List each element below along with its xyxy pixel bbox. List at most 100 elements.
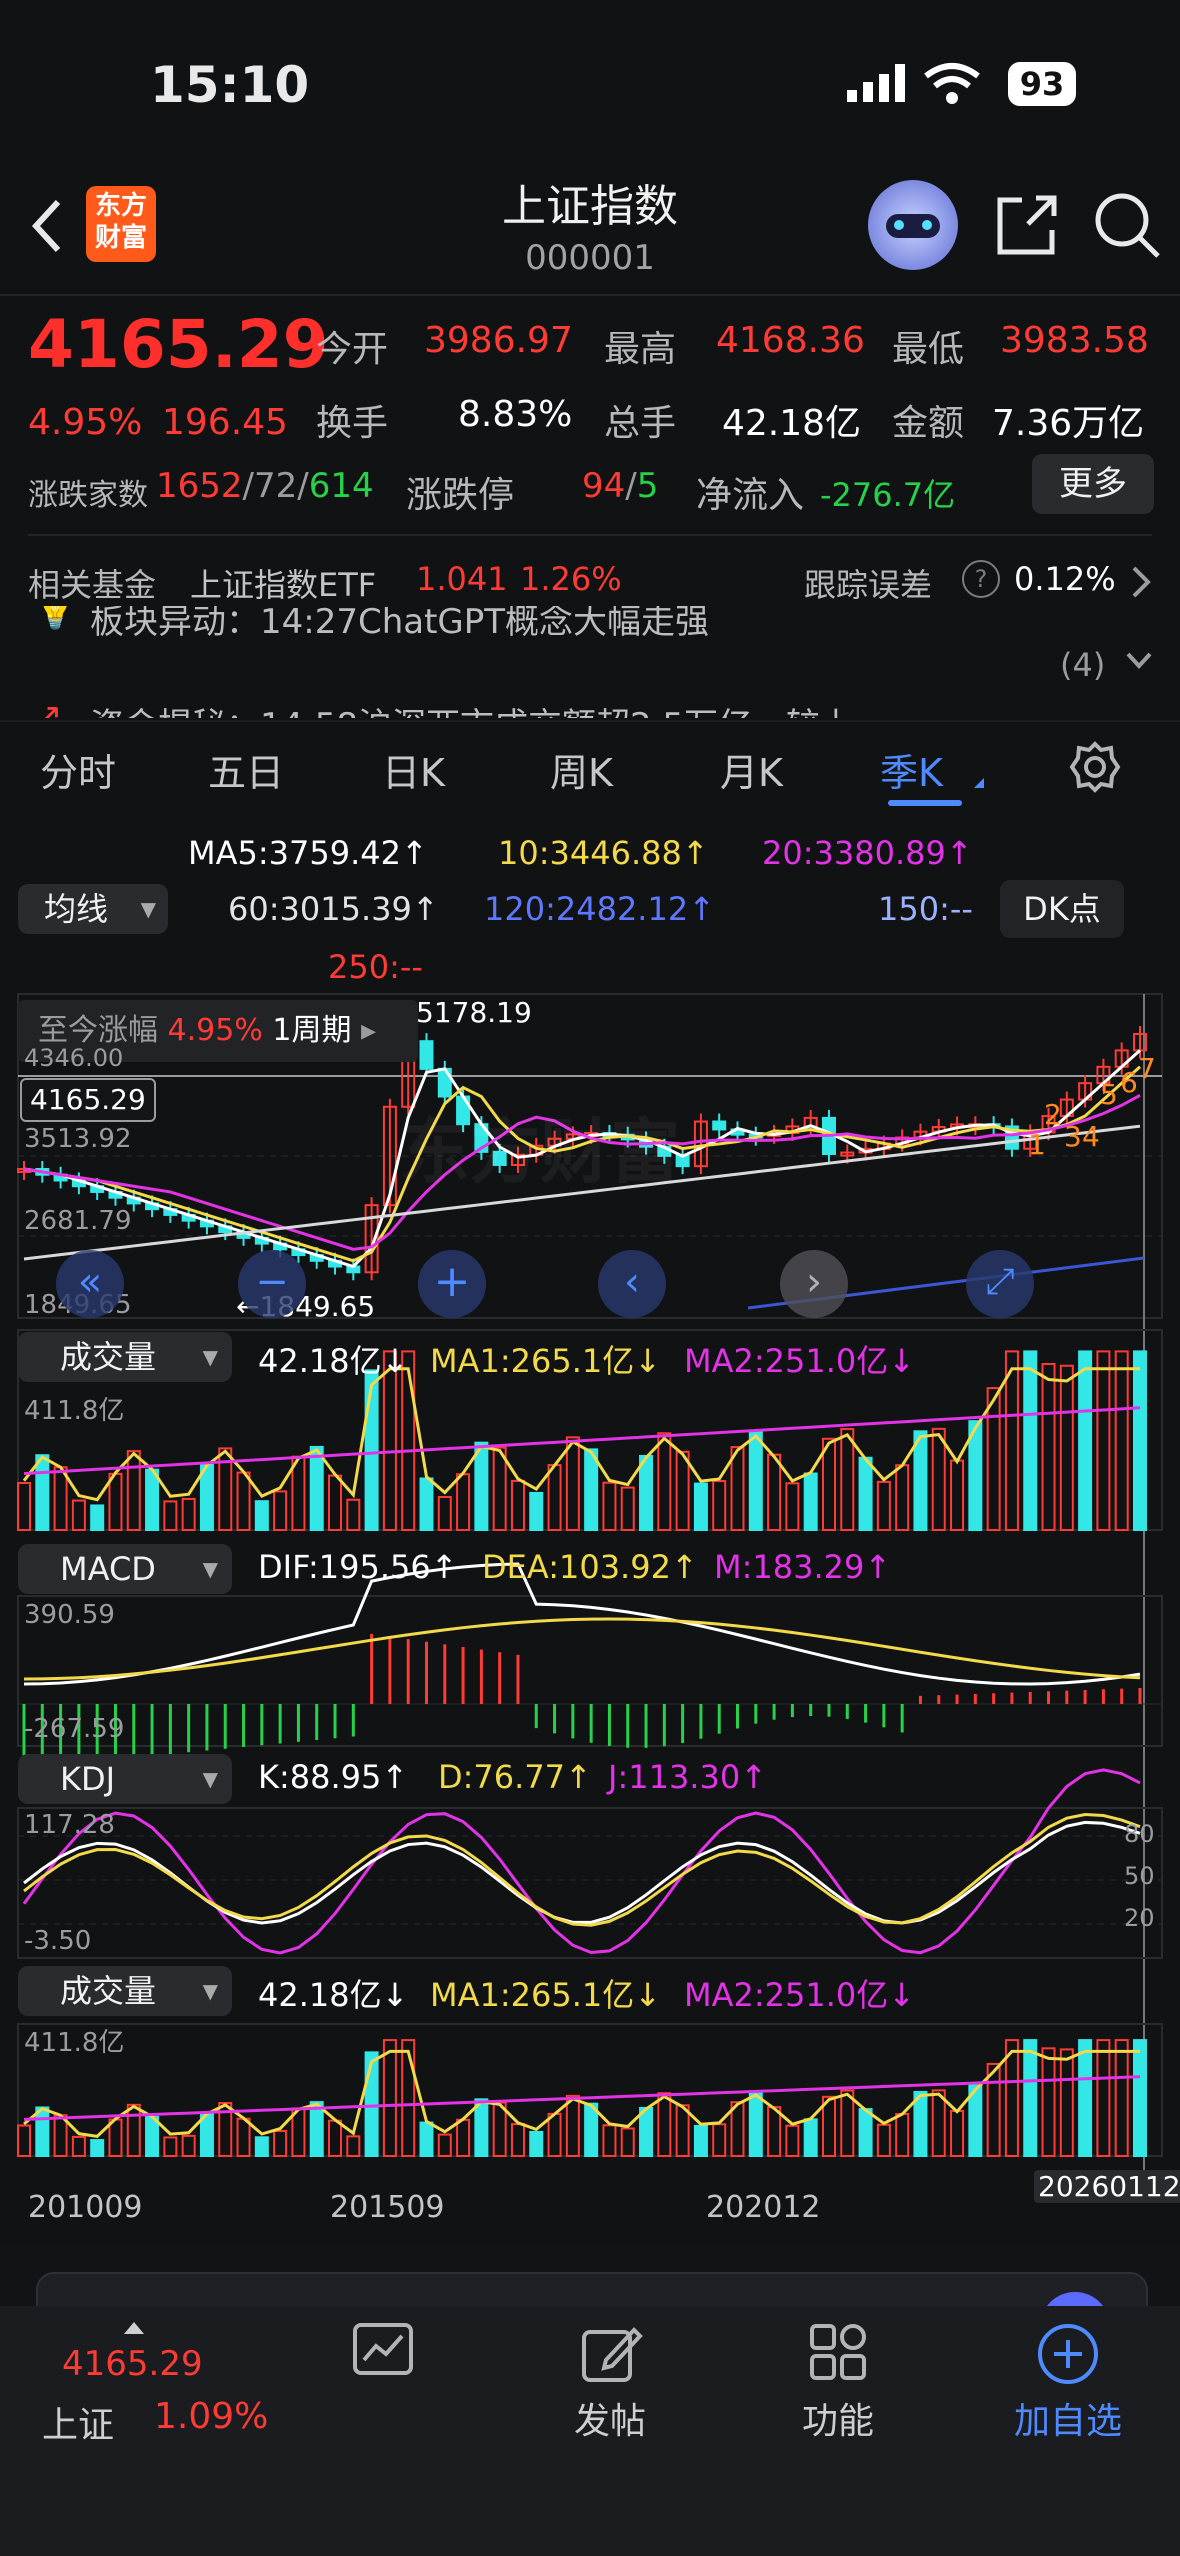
vol1-selector[interactable]: 成交量 ▼ — [18, 1332, 232, 1382]
tab-five-day[interactable]: 五日 — [208, 742, 284, 797]
kdj-level-50: 50 — [1124, 1862, 1155, 1890]
news-count: (4) — [1060, 646, 1106, 684]
features-grid-icon[interactable] — [808, 2322, 868, 2386]
wifi-icon — [922, 62, 982, 110]
volume-bar — [693, 1482, 708, 1531]
volume-bar — [1078, 1350, 1093, 1531]
dk-point-button[interactable]: DK点 — [1000, 880, 1124, 938]
tab-intraday[interactable]: 分时 — [40, 742, 116, 797]
vol1-axis-label: 411.8亿 — [24, 1396, 125, 1426]
axis-mid-label: 3513.92 — [24, 1124, 132, 1154]
chart-trend-icon[interactable] — [352, 2322, 414, 2382]
share-icon[interactable] — [992, 190, 1062, 264]
volume-bar — [328, 1474, 343, 1532]
volume-bar — [620, 2127, 635, 2157]
volume-bar — [90, 2139, 105, 2158]
news-ticker[interactable]: 💡 板块异动：14:27ChatGPT概念大幅走强 (4) ↗ 资金揭秘：14:… — [0, 606, 1180, 718]
dk-marker-4: 4 — [1082, 1120, 1100, 1153]
volume-bar — [639, 2106, 654, 2157]
tab-daily[interactable]: 日K — [382, 742, 445, 797]
open-value: 3986.97 — [424, 320, 573, 361]
volume-bar — [712, 1480, 727, 1532]
ma250-value: 250:-- — [328, 948, 423, 986]
netflow-value: -276.7亿 — [820, 476, 956, 514]
volume-bar — [35, 2106, 50, 2158]
more-button[interactable]: 更多 — [1032, 454, 1154, 514]
volume-bar — [254, 1500, 269, 1531]
fund-name[interactable]: 上证指数ETF — [190, 560, 376, 606]
volume-bar — [785, 2124, 800, 2158]
high-label: 最高 — [604, 329, 677, 370]
volume-bar — [108, 2118, 123, 2158]
dk-marker-1: 1 — [1028, 1128, 1046, 1161]
kdj-selector[interactable]: KDJ ▼ — [18, 1754, 232, 1804]
volume-bar — [17, 2124, 31, 2157]
volume-bar — [657, 1432, 672, 1531]
limit-values: 94/5 — [582, 466, 659, 506]
dk-marker-2: 2 — [1044, 1098, 1062, 1131]
search-icon[interactable] — [1092, 190, 1162, 264]
settings-gear-icon[interactable] — [1068, 740, 1122, 798]
status-time: 15:10 — [150, 56, 310, 114]
post-edit-icon[interactable] — [580, 2322, 644, 2390]
nav-features[interactable]: 功能 — [788, 2392, 888, 2444]
volume-bar — [419, 2121, 434, 2158]
index-pct: 1.09% — [154, 2396, 269, 2437]
volume-bar — [950, 1459, 965, 1531]
volume-bar — [1114, 2039, 1129, 2157]
index-name[interactable]: 上证 — [42, 2396, 114, 2448]
volume-bar — [456, 1473, 471, 1531]
lightbulb-icon: 💡 — [34, 606, 77, 632]
news-item-2[interactable]: 资金揭秘：14:58沪深两市成交额超2.5万亿，较上 — [90, 698, 854, 718]
ma-selector[interactable]: 均线 ▼ — [18, 884, 168, 934]
volume-bar — [748, 1429, 763, 1531]
volume-bar — [547, 1464, 562, 1532]
volume-bar — [840, 1428, 855, 1531]
nav-add-watchlist[interactable]: 加自选 — [998, 2392, 1138, 2444]
volume-bar — [510, 1479, 525, 1532]
turnover-value: 8.83% — [458, 394, 573, 435]
limit-label: 涨跌停 — [406, 475, 515, 516]
volume-bar — [328, 2119, 343, 2158]
vol1-value: 42.18亿↓ — [258, 1342, 409, 1380]
current-price-label: 4165.29 — [20, 1078, 156, 1122]
chevron-down-icon[interactable] — [1124, 650, 1154, 676]
vol1-ma1: MA1:265.1亿↓ — [430, 1342, 662, 1380]
zoom-in-icon[interactable]: + — [418, 1250, 486, 1318]
volume-bar — [71, 1499, 86, 1532]
page-title: 上证指数 — [502, 181, 678, 232]
fullscreen-icon[interactable]: ⤢ — [966, 1250, 1034, 1318]
open-label: 今开 — [316, 329, 389, 370]
scroll-far-left-icon[interactable]: « — [56, 1250, 124, 1318]
x-axis-label-2: 201509 — [330, 2190, 445, 2225]
tab-monthly[interactable]: 月K — [720, 742, 783, 797]
vol2-selector[interactable]: 成交量 ▼ — [18, 1966, 232, 2016]
help-icon[interactable]: ? — [962, 560, 1000, 598]
robot-assistant-icon[interactable] — [868, 180, 958, 270]
fund-pct: 1.26% — [520, 560, 622, 598]
nav-post[interactable]: 发帖 — [560, 2392, 660, 2444]
volume-bar — [1078, 2039, 1093, 2157]
scroll-left-icon[interactable]: ‹ — [598, 1250, 666, 1318]
volume-bar — [71, 2135, 86, 2157]
vol2-axis-label: 411.8亿 — [24, 2028, 125, 2058]
chevron-right-icon[interactable] — [1128, 564, 1152, 604]
add-watchlist-icon[interactable] — [1036, 2322, 1100, 2390]
back-icon[interactable] — [28, 196, 68, 260]
tab-dropdown-caret — [974, 778, 984, 788]
tab-weekly[interactable]: 周K — [550, 742, 613, 797]
ma10-value: 10:3446.88↑ — [498, 834, 709, 872]
scroll-right-icon[interactable]: › — [780, 1250, 848, 1318]
axis-top-label: 4346.00 — [24, 1044, 124, 1072]
macd-selector[interactable]: MACD ▼ — [18, 1544, 232, 1594]
volume-bar — [693, 2124, 708, 2157]
index-price[interactable]: 4165.29 — [62, 2344, 203, 2384]
tab-quarterly[interactable]: 季K — [880, 742, 943, 797]
zoom-out-icon[interactable]: − — [238, 1250, 306, 1318]
news-item-1[interactable]: 板块异动：14:27ChatGPT概念大幅走强 — [90, 606, 709, 643]
low-label: 最低 — [892, 329, 965, 370]
kdj-k: K:88.95↑ — [258, 1758, 409, 1796]
volume-bar — [1041, 1363, 1056, 1532]
volume-bar — [437, 2133, 452, 2158]
volume-bar — [1059, 2048, 1074, 2158]
